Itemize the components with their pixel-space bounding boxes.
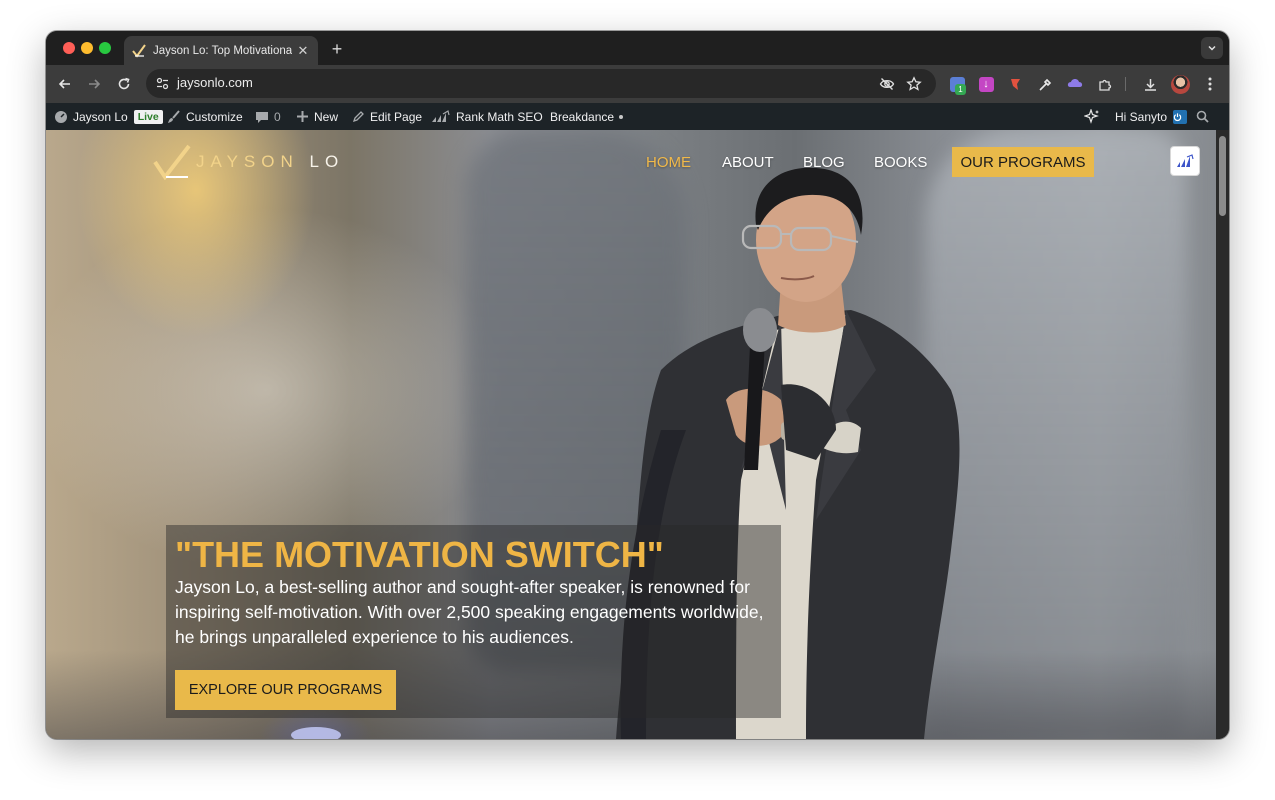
new-tab-button[interactable]: + xyxy=(326,38,348,60)
chevron-down-icon xyxy=(1208,45,1216,51)
reload-icon xyxy=(118,77,130,90)
customize-label: Customize xyxy=(186,109,243,124)
reload-button[interactable] xyxy=(114,74,134,94)
admin-edit-page[interactable]: Edit Page xyxy=(352,103,422,130)
close-window-button[interactable] xyxy=(63,42,75,54)
toolbar-separator xyxy=(1125,77,1126,91)
comments-count: 0 xyxy=(274,109,281,124)
nav-blog[interactable]: BLOG xyxy=(803,154,845,171)
pencil-icon xyxy=(352,111,364,123)
nav-books[interactable]: BOOKS xyxy=(874,154,927,171)
hero-description: Jayson Lo, a best-selling author and sou… xyxy=(175,577,764,647)
wp-admin-bar: Jayson Lo Live Customize 0 New Edit Page… xyxy=(46,103,1229,130)
maximize-window-button[interactable] xyxy=(99,42,111,54)
page-scrollbar[interactable] xyxy=(1216,130,1229,739)
pin-extension-icon[interactable] xyxy=(1005,74,1025,94)
hero-title: "THE MOTIVATION SWITCH" xyxy=(175,534,664,575)
analytics-widget-button[interactable] xyxy=(1170,146,1200,176)
logo-accent-text: LO xyxy=(309,152,345,171)
back-arrow-icon xyxy=(58,79,70,89)
scrollbar-thumb[interactable] xyxy=(1219,136,1226,216)
status-dot xyxy=(619,114,624,119)
nav-our-programs-button[interactable]: OUR PROGRAMS xyxy=(952,147,1094,177)
admin-breakdance[interactable]: Breakdance xyxy=(550,103,624,130)
nav-home[interactable]: HOME xyxy=(646,154,691,171)
eye-off-icon[interactable] xyxy=(878,75,895,92)
back-button[interactable] xyxy=(55,74,75,94)
admin-site-name[interactable]: Jayson Lo Live xyxy=(54,103,163,130)
profile-avatar[interactable] xyxy=(1170,74,1190,94)
download-icon[interactable] xyxy=(1140,74,1160,94)
admin-site-name-label: Jayson Lo xyxy=(73,109,128,124)
tab-strip: Jayson Lo: Top Motivational S ✕ + xyxy=(46,31,1229,65)
chart-icon xyxy=(1177,154,1194,167)
tab-title: Jayson Lo: Top Motivational S xyxy=(153,44,292,57)
page-viewport: JAYSON LO HOME ABOUT BLOG BOOKS OUR PROG… xyxy=(46,130,1216,739)
greeting-label: Hi Sanyto xyxy=(1115,109,1168,124)
admin-customize[interactable]: Customize xyxy=(167,103,243,130)
breakdance-label: Breakdance xyxy=(550,109,615,124)
url-text: jaysonlo.com xyxy=(177,75,253,90)
jayson-lo-logo-icon xyxy=(132,43,146,58)
extensions-puzzle-icon[interactable] xyxy=(1095,74,1115,94)
tab-search-button[interactable] xyxy=(1201,37,1223,59)
close-tab-icon[interactable]: ✕ xyxy=(296,43,310,59)
paintbrush-icon xyxy=(168,109,180,123)
explore-programs-button[interactable]: EXPLORE OUR PROGRAMS xyxy=(175,670,396,710)
hero-content: "THE MOTIVATION SWITCH" Jayson Lo, a bes… xyxy=(166,525,781,718)
forward-arrow-icon xyxy=(89,79,101,89)
dashboard-icon xyxy=(55,110,67,123)
user-avatar-icon xyxy=(1173,109,1188,124)
extension-badge: 1 xyxy=(955,84,966,95)
star-icon[interactable] xyxy=(905,75,922,92)
sparkle-icon[interactable] xyxy=(1084,103,1105,130)
site-settings-icon[interactable] xyxy=(154,75,171,92)
download-extension-icon[interactable]: ↓ xyxy=(976,74,996,94)
admin-account[interactable]: Hi Sanyto xyxy=(1115,103,1188,130)
browser-tab[interactable]: Jayson Lo: Top Motivational S ✕ xyxy=(124,36,318,65)
plus-icon xyxy=(297,111,308,122)
admin-new[interactable]: New xyxy=(296,103,338,130)
address-bar[interactable]: jaysonlo.com xyxy=(146,69,936,98)
rank-math-icon xyxy=(432,110,450,122)
new-label: New xyxy=(314,109,339,124)
live-badge: Live xyxy=(133,109,163,124)
edit-page-label: Edit Page xyxy=(370,109,423,124)
rank-math-label: Rank Math SEO xyxy=(456,109,543,124)
minimize-window-button[interactable] xyxy=(81,42,93,54)
kebab-menu-icon[interactable] xyxy=(1200,74,1220,94)
admin-rank-math[interactable]: Rank Math SEO xyxy=(431,103,543,130)
logo-wordmark: JAYSON LO xyxy=(196,152,344,172)
browser-toolbar: jaysonlo.com 1 ↓ xyxy=(46,65,1229,103)
logo-check-icon xyxy=(153,144,191,180)
search-icon[interactable] xyxy=(1196,103,1214,130)
color-picker-extension-icon[interactable] xyxy=(1035,74,1055,94)
admin-comments[interactable]: 0 xyxy=(255,103,281,130)
comment-icon xyxy=(256,111,268,123)
site-logo[interactable]: JAYSON LO xyxy=(152,144,344,180)
cloud-extension-icon[interactable] xyxy=(1065,74,1085,94)
browser-window: Jayson Lo: Top Motivational S ✕ + jayson… xyxy=(46,31,1229,739)
logo-main-text: JAYSON xyxy=(196,152,299,171)
nav-about[interactable]: ABOUT xyxy=(722,154,774,171)
forward-button[interactable] xyxy=(84,74,104,94)
calendar-extension-icon[interactable]: 1 xyxy=(947,74,967,95)
